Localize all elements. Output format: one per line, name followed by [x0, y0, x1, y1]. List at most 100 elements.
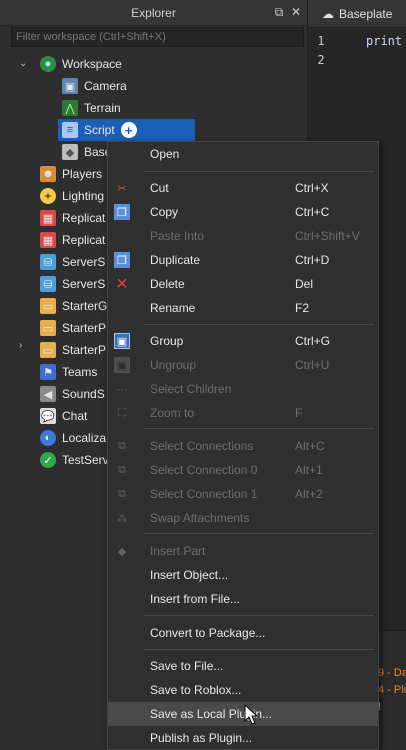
line-number: 2	[317, 53, 325, 67]
tab-baseplate[interactable]: ☁ Baseplate	[308, 7, 392, 21]
tree-item-workspace[interactable]: ● Workspace	[40, 53, 122, 75]
close-icon[interactable]: ✕	[289, 5, 303, 19]
cloud-icon: ☁	[322, 6, 334, 21]
chevron-down-icon[interactable]: ⌄	[19, 58, 27, 69]
tree-item-serverscriptservice[interactable]: ⛁ ServerS	[40, 251, 105, 273]
undock-icon[interactable]: ⧉	[272, 5, 286, 20]
menu-item-save-to-file[interactable]: Save to File...	[108, 654, 378, 678]
players-icon: ☻	[40, 166, 56, 182]
menu-item-copy[interactable]: ❐ Copy Ctrl+C	[108, 200, 378, 224]
menu-item-duplicate[interactable]: ❐ Duplicate Ctrl+D	[108, 248, 378, 272]
tree-item-label: StarterP	[62, 343, 107, 357]
menu-item-zoom-to: ⛶ Zoom to F	[108, 401, 378, 425]
group-icon: ▣	[114, 333, 130, 349]
globe-icon: ●	[40, 56, 56, 72]
chevron-right-icon[interactable]: ›	[19, 340, 22, 351]
menu-item-label: Group	[150, 334, 184, 348]
ungroup-icon: ▣	[114, 357, 130, 373]
server-icon: ⛁	[40, 254, 56, 270]
menu-item-label: Duplicate	[150, 253, 201, 267]
menu-separator	[144, 533, 374, 534]
tree-item-label: ServerS	[62, 277, 106, 291]
menu-item-label: Ungroup	[150, 358, 197, 372]
tree-item-starterpack[interactable]: ▭ StarterP	[40, 317, 106, 339]
tree-item-label: SoundS	[62, 387, 105, 401]
tree-item-script[interactable]: ≡ Script +	[58, 119, 195, 141]
menu-item-rename[interactable]: Rename F2	[108, 296, 378, 320]
menu-item-select-connection-1: ⧉ Select Connection 1 Alt+2	[108, 482, 378, 506]
menu-item-shortcut: Del	[295, 277, 314, 291]
explorer-title: Explorer	[131, 5, 176, 20]
line-number-gutter: 1 2	[308, 32, 334, 70]
menu-item-label: Insert from File...	[150, 592, 241, 606]
menu-item-open[interactable]: Open	[108, 142, 378, 166]
menu-item-save-as-local-plugin[interactable]: Save as Local Plugin...	[108, 702, 378, 726]
server-icon: ⛁	[40, 276, 56, 292]
tree-item-starterplayer[interactable]: ▭ StarterP	[40, 339, 106, 361]
menu-item-label: Insert Object...	[150, 568, 229, 582]
tree-item-baseplate[interactable]: ◆ Base	[62, 141, 111, 163]
tree-item-camera[interactable]: ▣ Camera	[62, 75, 127, 97]
tree-item-label: Lighting	[62, 189, 105, 203]
tree-item-localizationservice[interactable]: ◐ Localiza	[40, 427, 106, 449]
folder-icon: ▭	[40, 320, 56, 336]
tree-item-chat[interactable]: 💬 Chat	[40, 405, 87, 427]
tree-item-label: Players	[62, 167, 103, 181]
tree-item-testservice[interactable]: ✓ TestServ	[40, 449, 109, 471]
filter-workspace-input[interactable]	[11, 27, 304, 47]
menu-item-paste-into: Paste Into Ctrl+Shift+V	[108, 224, 378, 248]
output-line: 9 - Da	[378, 667, 406, 679]
tree-item-label: Camera	[84, 79, 127, 93]
tree-item-startergui[interactable]: ▭ StarterG	[40, 295, 107, 317]
menu-item-label: Delete	[150, 277, 185, 291]
menu-item-insert-from-file[interactable]: Insert from File...	[108, 587, 378, 611]
menu-separator	[144, 615, 374, 616]
tree-item-replicatedfirst[interactable]: ▦ Replicat	[40, 207, 105, 229]
tree-item-label: Chat	[62, 409, 88, 423]
tree-item-terrain[interactable]: ⋀ Terrain	[62, 97, 121, 119]
tree-item-players[interactable]: ☻ Players	[40, 163, 102, 185]
menu-item-label: Zoom to	[150, 406, 195, 420]
tree-item-teams[interactable]: ⚑ Teams	[40, 361, 97, 383]
camera-icon: ▣	[62, 78, 78, 94]
tree-item-label: Workspace	[62, 57, 122, 71]
menu-item-group[interactable]: ▣ Group Ctrl+G	[108, 329, 378, 353]
tree-item-label: StarterG	[62, 299, 108, 313]
menu-item-label: Cut	[150, 181, 169, 195]
menu-item-label: Publish as Plugin...	[150, 731, 253, 745]
connection-icon: ⧉	[118, 463, 126, 476]
checkmark-icon: ✓	[40, 452, 56, 468]
tree-item-label: Replicat	[62, 211, 106, 225]
menu-item-cut[interactable]: ✂ Cut Ctrl+X	[108, 176, 378, 200]
tree-item-serverstorage[interactable]: ⛁ ServerS	[40, 273, 105, 295]
menu-item-convert-to-package[interactable]: Convert to Package...	[108, 621, 378, 645]
menu-item-insert-object[interactable]: Insert Object...	[108, 563, 378, 587]
menu-item-label: Open	[150, 147, 180, 161]
part-icon: ◆	[62, 144, 78, 160]
menu-item-save-to-roblox[interactable]: Save to Roblox...	[108, 678, 378, 702]
tree-item-replicatedstorage[interactable]: ▦ Replicat	[40, 229, 105, 251]
menu-item-shortcut: Ctrl+U	[295, 358, 330, 372]
menu-item-label: Save to File...	[150, 659, 224, 673]
menu-item-shortcut: Ctrl+D	[295, 253, 330, 267]
tree-item-label: Teams	[62, 365, 98, 379]
part-icon: ◆	[117, 545, 127, 558]
menu-item-ungroup: ▣ Ungroup Ctrl+U	[108, 353, 378, 377]
tree-item-soundservice[interactable]: ◀ SoundS	[40, 383, 105, 405]
explorer-header: Explorer ⧉ ✕	[0, 0, 307, 26]
speaker-icon: ◀	[40, 386, 56, 402]
menu-item-shortcut: Alt+1	[295, 463, 323, 477]
menu-item-label: Select Connection 0	[150, 463, 258, 477]
editor-tab-bar: ☁ Baseplate	[308, 0, 406, 28]
menu-item-publish-as-plugin[interactable]: Publish as Plugin...	[108, 726, 378, 750]
tree-item-lighting[interactable]: ✦ Lighting	[40, 185, 104, 207]
code-line[interactable]: print	[366, 32, 402, 51]
menu-item-select-connection-0: ⧉ Select Connection 0 Alt+1	[108, 458, 378, 482]
menu-item-label: Select Connections	[150, 439, 254, 453]
add-object-icon[interactable]: +	[120, 122, 137, 138]
menu-item-delete[interactable]: ✕ Delete Del	[108, 272, 378, 296]
folder-icon: ▭	[40, 342, 56, 358]
menu-separator	[144, 171, 374, 172]
menu-item-select-children: ⋯ Select Children	[108, 377, 378, 401]
menu-item-label: Swap Attachments	[150, 511, 250, 525]
